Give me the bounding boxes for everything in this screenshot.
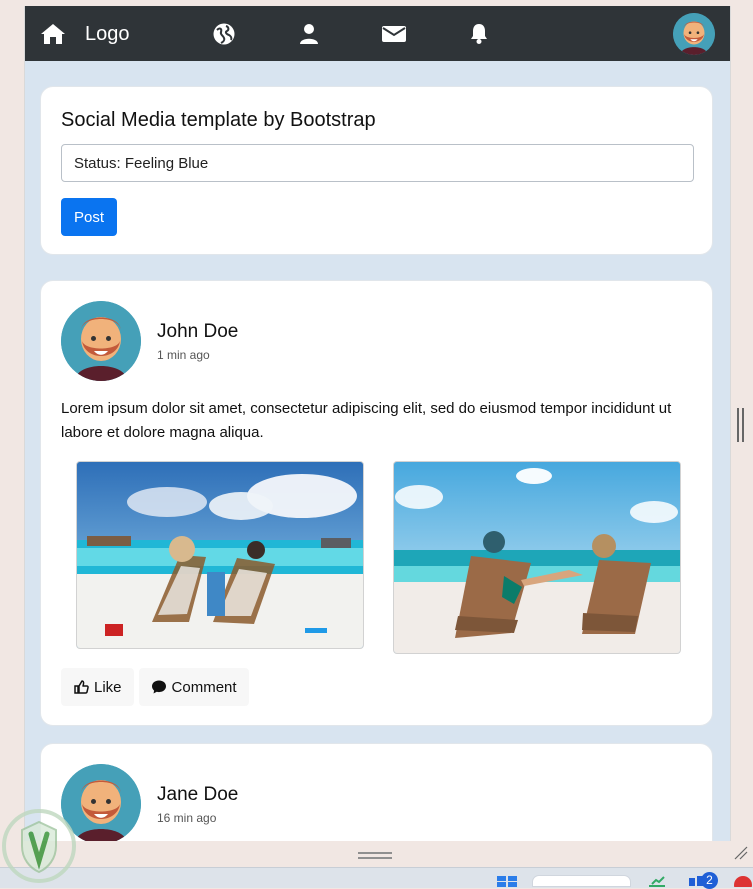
status-card-title: Social Media template by Bootstrap [61, 109, 376, 131]
thumbs-up-icon [74, 680, 89, 694]
globe-nav-button[interactable] [210, 6, 238, 61]
bottom-resize-grip-icon[interactable] [358, 852, 392, 859]
taskbar-chart-icon[interactable] [648, 875, 666, 887]
post-author-row: John Doe 1 min ago [61, 301, 238, 381]
messages-nav-button[interactable] [380, 6, 408, 61]
author-name[interactable]: Jane Doe [157, 783, 238, 807]
bell-icon [470, 23, 487, 44]
author-name[interactable]: John Doe [157, 320, 238, 344]
browser-viewport: Logo Social Media template by Bootstrap … [24, 6, 731, 841]
post-card-jane-doe: Jane Doe 16 min ago [40, 743, 713, 841]
profile-nav-button[interactable] [295, 6, 323, 61]
comment-label: Comment [171, 678, 237, 696]
post-timestamp: 1 min ago [157, 348, 210, 362]
post-actions: Like Comment [61, 668, 249, 706]
avatar-icon [61, 301, 141, 381]
like-button[interactable]: Like [61, 668, 134, 706]
comment-icon [151, 680, 166, 694]
taskbar-app-icon[interactable] [733, 875, 753, 887]
beach-image-2 [394, 462, 680, 653]
post-timestamp: 16 min ago [157, 811, 217, 825]
watermark-logo [2, 809, 76, 883]
taskbar-strip [0, 867, 753, 888]
taskbar-search[interactable] [532, 875, 631, 887]
post-image-beach-1[interactable] [76, 461, 364, 649]
post-author-meta: Jane Doe 16 min ago [157, 783, 238, 825]
comment-button[interactable]: Comment [138, 668, 249, 706]
post-image-beach-2[interactable] [393, 461, 681, 654]
avatar-icon [673, 13, 715, 55]
home-icon [41, 23, 65, 44]
notifications-nav-button[interactable] [465, 6, 493, 61]
globe-icon [213, 23, 234, 44]
post-button[interactable]: Post [61, 198, 117, 236]
user-icon [299, 23, 318, 44]
post-text: Lorem ipsum dolor sit amet, consectetur … [61, 400, 672, 441]
notification-badge: 2 [701, 872, 718, 889]
windows-start-icon[interactable] [496, 875, 518, 887]
status-card: Social Media template by Bootstrap Post [40, 86, 713, 255]
post-card-john-doe: John Doe 1 min ago Lorem ipsum dolor sit… [40, 280, 713, 726]
post-author-row: Jane Doe 16 min ago [61, 764, 238, 841]
post-author-meta: John Doe 1 min ago [157, 320, 238, 362]
beach-image-1 [77, 462, 363, 648]
top-navbar: Logo [25, 6, 730, 61]
home-nav-button[interactable] [39, 6, 67, 61]
mail-icon [381, 25, 406, 42]
nav-avatar[interactable] [673, 13, 715, 55]
logo-link[interactable]: Logo [85, 24, 130, 44]
side-resize-handle-icon[interactable] [737, 408, 745, 442]
status-input[interactable] [61, 144, 694, 182]
corner-resize-icon[interactable] [734, 846, 748, 860]
like-label: Like [94, 678, 122, 696]
author-avatar[interactable] [61, 301, 141, 381]
